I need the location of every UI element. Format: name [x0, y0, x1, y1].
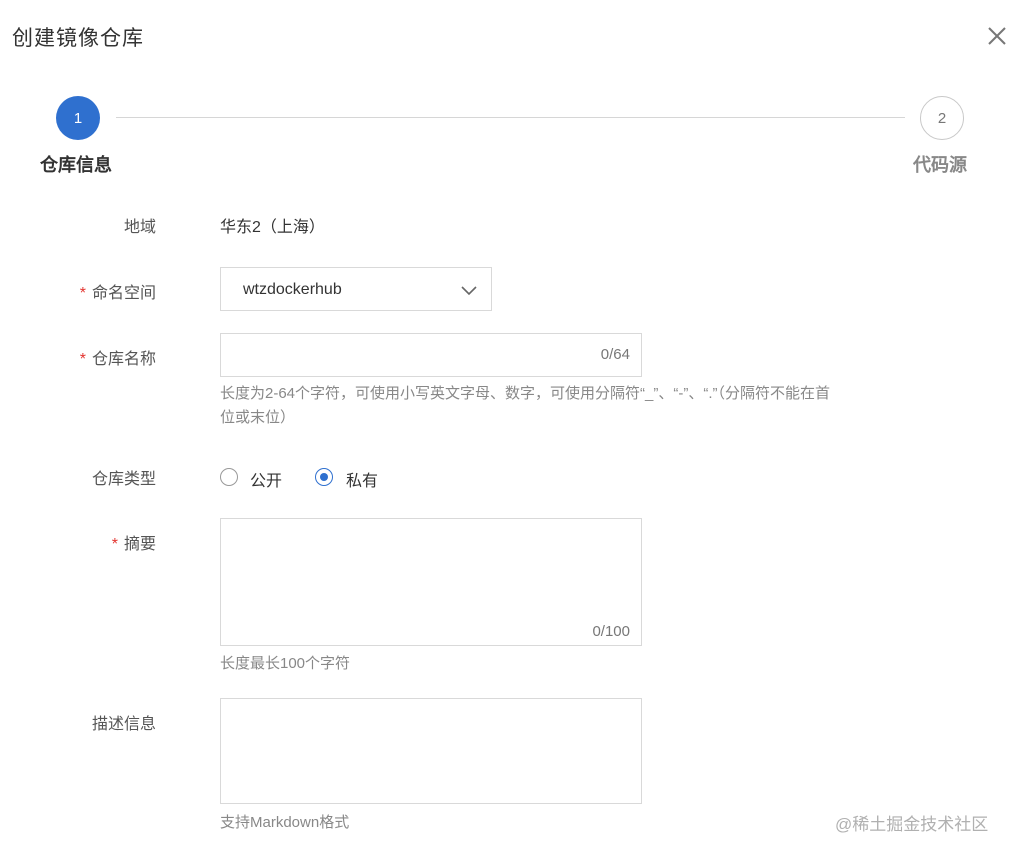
chevron-down-icon: [461, 286, 477, 296]
radio-public[interactable]: [220, 468, 238, 486]
summary-textarea[interactable]: 0/100: [220, 518, 642, 646]
step-2-label: 代码源: [913, 155, 967, 175]
description-textarea[interactable]: [220, 698, 642, 804]
repo-name-hint-line1: 长度为2-64个字符，可使用小写英文字母、数字，可使用分隔符“_”、“-”、“.…: [220, 385, 831, 402]
namespace-select-value: wtzdockerhub: [243, 281, 342, 298]
watermark: @稀土掘金技术社区: [835, 815, 989, 834]
step-1-indicator: 1: [56, 96, 100, 140]
summary-hint: 长度最长100个字符: [220, 655, 351, 672]
step-1-label: 仓库信息: [40, 155, 112, 175]
radio-private[interactable]: [315, 468, 333, 486]
radio-public-label[interactable]: 公开: [250, 467, 282, 491]
namespace-select[interactable]: wtzdockerhub: [220, 267, 492, 311]
description-label: 描述信息: [91, 716, 156, 733]
step-connector: [116, 117, 905, 118]
required-marker: *: [79, 351, 86, 368]
namespace-label: * 命名空间: [79, 285, 156, 302]
repo-name-hint-line2: 位或末位）: [220, 409, 296, 426]
repo-name-input[interactable]: 0/64: [220, 333, 642, 377]
radio-private-label[interactable]: 私有: [346, 467, 378, 491]
region-value: 华东2（上海）: [220, 219, 325, 236]
summary-counter: 0/100: [592, 623, 630, 640]
close-icon[interactable]: [982, 21, 1012, 51]
step-2-indicator: 2: [920, 96, 964, 140]
repo-name-counter: 0/64: [600, 346, 630, 363]
repo-type-label: 仓库类型: [91, 471, 156, 488]
dialog-title: 创建镜像仓库: [12, 27, 144, 50]
required-marker: *: [79, 285, 86, 302]
repo-name-label: * 仓库名称: [79, 351, 156, 368]
required-marker: *: [111, 536, 118, 553]
description-hint: 支持Markdown格式: [220, 814, 350, 831]
region-label: 地域: [123, 219, 156, 236]
summary-label: * 摘要: [111, 536, 156, 553]
